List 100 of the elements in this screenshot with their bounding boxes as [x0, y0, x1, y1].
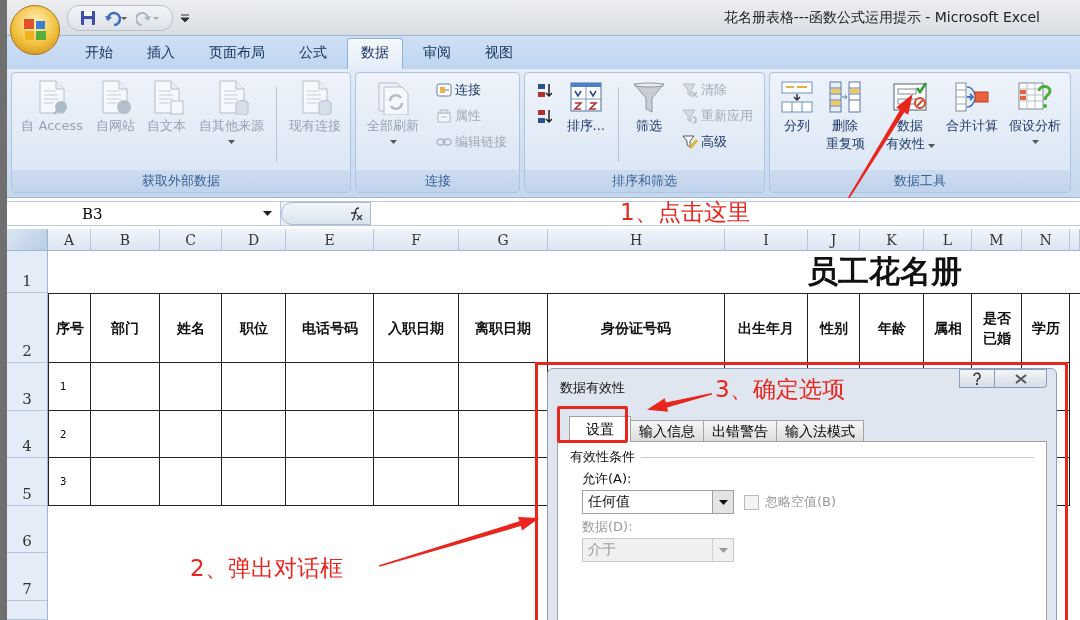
ribbon-tab[interactable]: 数据	[347, 38, 403, 69]
header-cell: 入职日期	[374, 293, 459, 363]
ribbon-tab[interactable]: 插入	[133, 38, 189, 69]
sort-grid-icon	[567, 79, 604, 115]
ribbon-button[interactable]: 排序...	[565, 77, 606, 137]
office-logo-icon	[22, 17, 48, 43]
column-header[interactable]: H	[548, 229, 725, 251]
header-cell: 属相	[924, 293, 972, 363]
column-header[interactable]: B	[91, 229, 160, 251]
row-header[interactable]: 7	[7, 553, 48, 601]
annotation-arrow	[647, 393, 713, 412]
table-cell: 3	[48, 458, 91, 506]
column-header[interactable]: N	[1022, 229, 1070, 251]
redo-arrow-icon	[136, 9, 160, 26]
column-header[interactable]: C	[160, 229, 222, 251]
caret-icon	[718, 499, 728, 505]
group-title: 连接	[356, 170, 519, 192]
ribbon-button[interactable]: 连接	[434, 79, 509, 101]
table-cell	[160, 363, 222, 411]
ribbon-button[interactable]: 删除 重复项	[824, 77, 866, 155]
close-icon	[1014, 373, 1027, 384]
formula-input-field[interactable]	[371, 202, 1080, 225]
row-header[interactable]: 4	[7, 411, 48, 458]
table-cell: 2	[48, 411, 91, 458]
ribbon-tab[interactable]: 公式	[285, 38, 341, 69]
annotation-text: 1、点击这里	[620, 198, 750, 227]
table-cell	[91, 363, 160, 411]
annotation-text: 3、确定选项	[715, 375, 845, 404]
column-header[interactable]: I	[725, 229, 808, 251]
ribbon-tab[interactable]: 开始	[71, 38, 127, 69]
field-label: 允许(A):	[582, 470, 632, 488]
table-cell	[91, 458, 160, 506]
refresh-icon	[375, 79, 411, 115]
dialog-tab[interactable]: 输入信息	[630, 420, 704, 442]
header-cell: 是否 已婚	[972, 293, 1022, 363]
header-cell: 出生年月	[725, 293, 808, 363]
table-cell	[222, 363, 286, 411]
funnel-reapply-icon	[682, 108, 699, 124]
group-title: 排序和筛选	[525, 170, 764, 192]
ribbon-tab[interactable]: 页面布局	[195, 38, 279, 69]
funnel-icon	[631, 79, 668, 115]
column-header[interactable]: G	[459, 229, 548, 251]
column-header[interactable]: D	[222, 229, 286, 251]
table-cell	[222, 411, 286, 458]
header-cell: 部门	[91, 293, 160, 363]
row-header[interactable]: 5	[7, 458, 48, 506]
caret-icon	[718, 547, 728, 553]
funnel-pencil-icon	[682, 134, 699, 150]
split-columns-icon	[778, 79, 815, 115]
ribbon-tab[interactable]: 审阅	[409, 38, 465, 69]
dialog-title: 数据有效性	[560, 379, 625, 397]
allow-dropdown[interactable]: 任何值	[582, 490, 734, 514]
table-cell	[160, 411, 222, 458]
caret-icon	[181, 13, 189, 22]
row-header[interactable]: 3	[7, 363, 48, 411]
column-header[interactable]: M	[972, 229, 1022, 251]
table-cell	[222, 458, 286, 506]
column-header[interactable]: K	[860, 229, 924, 251]
annotation-text: 2、弹出对话框	[190, 554, 343, 583]
connection-icon	[436, 82, 452, 98]
sort-ascending-icon	[535, 82, 552, 98]
group-title: 数据工具	[770, 170, 1070, 192]
header-cell: 电话号码	[286, 293, 374, 363]
undo-arrow-icon	[104, 9, 128, 26]
row-header[interactable]: 1	[7, 251, 48, 293]
sheet-title: 员工花名册	[807, 252, 962, 291]
dialog-tab[interactable]: 输入法模式	[776, 420, 864, 442]
group-title: 获取外部数据	[12, 170, 350, 192]
insert-function-button[interactable]	[281, 202, 371, 225]
properties-icon	[436, 108, 452, 124]
column-header[interactable]: J	[808, 229, 860, 251]
dialog-tab[interactable]: 出错警告	[703, 420, 777, 442]
column-header[interactable]: L	[924, 229, 972, 251]
close-button[interactable]	[995, 369, 1047, 388]
ribbon-tab[interactable]: 视图	[471, 38, 527, 69]
header-cell: 学历	[1022, 293, 1070, 363]
ribbon-button[interactable]: 高级	[680, 131, 756, 153]
header-cell: 姓名	[160, 293, 222, 363]
header-cell: 年龄	[860, 293, 924, 363]
ribbon-button[interactable]: 分列	[777, 77, 816, 137]
column-header[interactable]: A	[48, 229, 91, 251]
ribbon-button[interactable]: 合并计算	[945, 77, 1000, 137]
column-header[interactable]: E	[286, 229, 374, 251]
name-box[interactable]: B3	[7, 202, 281, 225]
header-cell: 身份证号码	[548, 293, 725, 363]
window-title: 花名册表格---函数公式运用提示 - Microsoft Excel	[723, 8, 1040, 27]
table-cell	[160, 458, 222, 506]
consolidate-icon	[954, 79, 991, 115]
field-label: 数据(D):	[582, 518, 633, 536]
ribbon-button[interactable]: 筛选	[630, 77, 669, 137]
help-button[interactable]	[959, 369, 995, 388]
row-header[interactable]: 2	[7, 293, 48, 363]
ribbon-button[interactable]: 假设分析	[1008, 77, 1063, 146]
caret-icon	[263, 211, 272, 216]
remove-duplicates-icon	[827, 79, 864, 115]
column-header[interactable]: F	[374, 229, 459, 251]
row-header[interactable]: 6	[7, 506, 48, 553]
funnel-clear-icon	[682, 82, 699, 98]
table-cell	[91, 411, 160, 458]
table-cell: 1	[48, 363, 91, 411]
